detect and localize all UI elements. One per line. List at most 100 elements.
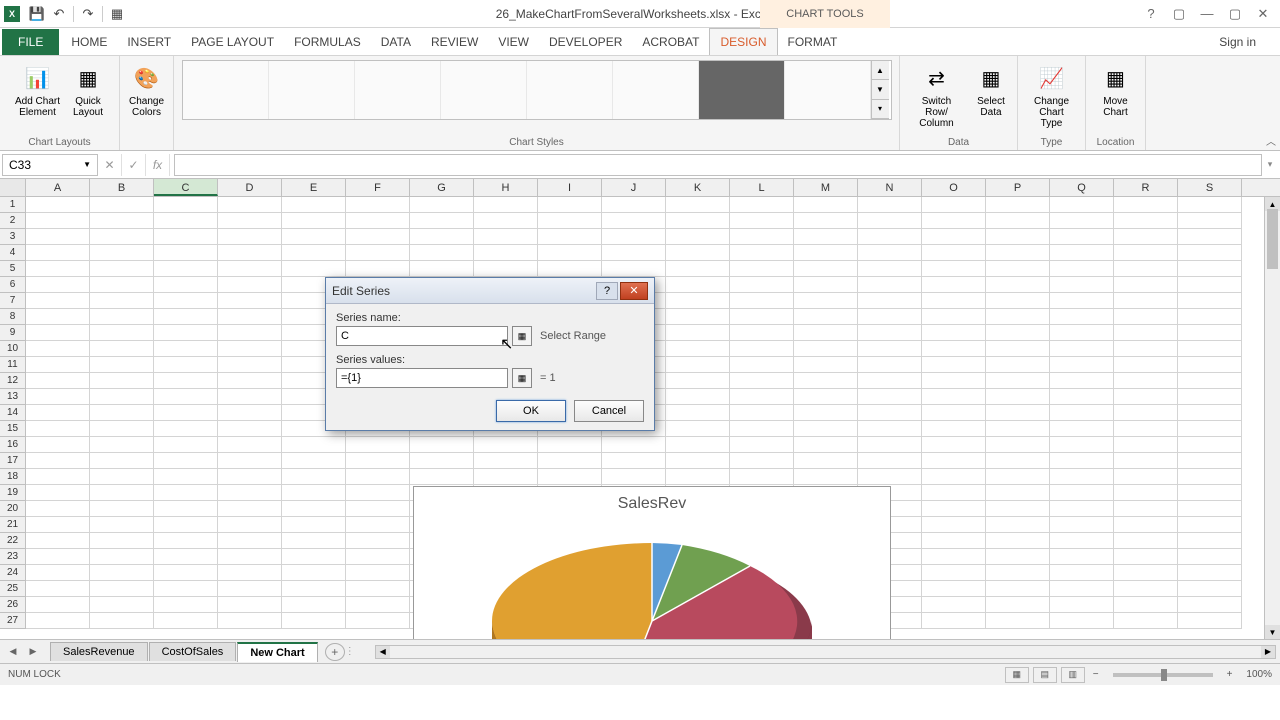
cell[interactable] — [986, 549, 1050, 565]
cell[interactable] — [26, 597, 90, 613]
cell[interactable] — [346, 213, 410, 229]
column-header[interactable]: J — [602, 179, 666, 196]
sheet-tab-costofsales[interactable]: CostOfSales — [149, 642, 237, 661]
add-chart-element-button[interactable]: 📊 Add Chart Element — [11, 60, 64, 120]
formula-cancel-button[interactable]: ✕ — [98, 154, 122, 176]
cell[interactable] — [26, 421, 90, 437]
cell[interactable] — [90, 533, 154, 549]
style-item[interactable] — [183, 61, 269, 119]
cell[interactable] — [730, 389, 794, 405]
row-header[interactable]: 23 — [0, 549, 26, 565]
cell[interactable] — [538, 213, 602, 229]
cell[interactable] — [1114, 309, 1178, 325]
tab-acrobat[interactable]: ACROBAT — [632, 29, 709, 55]
help-button[interactable]: ? — [1138, 4, 1164, 24]
cell[interactable] — [1050, 581, 1114, 597]
cell[interactable] — [154, 581, 218, 597]
cell[interactable] — [1050, 501, 1114, 517]
cell[interactable] — [730, 309, 794, 325]
cell[interactable] — [90, 437, 154, 453]
zoom-level[interactable]: 100% — [1246, 669, 1272, 680]
qat-customize-button[interactable]: ▦ — [106, 3, 128, 25]
dialog-help-button[interactable]: ? — [596, 282, 618, 300]
column-header[interactable]: I — [538, 179, 602, 196]
cell[interactable] — [986, 229, 1050, 245]
cell[interactable] — [730, 293, 794, 309]
cell[interactable] — [1114, 517, 1178, 533]
view-page-break-button[interactable]: ▥ — [1061, 667, 1085, 683]
cell[interactable] — [474, 261, 538, 277]
cell[interactable] — [154, 229, 218, 245]
cell[interactable] — [794, 309, 858, 325]
row-header[interactable]: 2 — [0, 213, 26, 229]
cell[interactable] — [26, 373, 90, 389]
cell[interactable] — [154, 373, 218, 389]
cell[interactable] — [218, 469, 282, 485]
cell[interactable] — [730, 197, 794, 213]
cell[interactable] — [474, 197, 538, 213]
cell[interactable] — [154, 341, 218, 357]
cell[interactable] — [282, 213, 346, 229]
cell[interactable] — [474, 453, 538, 469]
row-header[interactable]: 18 — [0, 469, 26, 485]
cell[interactable] — [986, 453, 1050, 469]
zoom-slider[interactable] — [1113, 673, 1213, 677]
expand-formula-icon[interactable]: ▾ — [1262, 159, 1278, 170]
cell[interactable] — [154, 309, 218, 325]
cell[interactable] — [1178, 373, 1242, 389]
cell[interactable] — [346, 517, 410, 533]
cell[interactable] — [90, 357, 154, 373]
cell[interactable] — [154, 405, 218, 421]
cell[interactable] — [218, 389, 282, 405]
cell[interactable] — [346, 245, 410, 261]
cell[interactable] — [858, 229, 922, 245]
cell[interactable] — [26, 277, 90, 293]
range-selector-button[interactable]: ▦ — [512, 326, 532, 346]
cell[interactable] — [282, 437, 346, 453]
cell[interactable] — [1178, 197, 1242, 213]
cell[interactable] — [858, 437, 922, 453]
cell[interactable] — [666, 213, 730, 229]
cell[interactable] — [282, 197, 346, 213]
cell[interactable] — [1178, 581, 1242, 597]
cell[interactable] — [26, 245, 90, 261]
cell[interactable] — [218, 357, 282, 373]
collapse-ribbon-button[interactable]: ︿ — [1266, 133, 1276, 148]
cell[interactable] — [666, 389, 730, 405]
cell[interactable] — [26, 581, 90, 597]
cell[interactable] — [1178, 261, 1242, 277]
zoom-in-button[interactable]: + — [1223, 669, 1237, 680]
cell[interactable] — [410, 197, 474, 213]
cell[interactable] — [90, 309, 154, 325]
cell[interactable] — [730, 229, 794, 245]
cell[interactable] — [218, 293, 282, 309]
tab-formulas[interactable]: FORMULAS — [284, 29, 371, 55]
cell[interactable] — [602, 229, 666, 245]
cell[interactable] — [666, 325, 730, 341]
cell[interactable] — [90, 405, 154, 421]
cell[interactable] — [794, 341, 858, 357]
cell[interactable] — [730, 373, 794, 389]
cell[interactable] — [730, 245, 794, 261]
scroll-down-icon[interactable]: ▼ — [1265, 625, 1280, 639]
cell[interactable] — [218, 501, 282, 517]
cell[interactable] — [1114, 229, 1178, 245]
cell[interactable] — [282, 517, 346, 533]
cell[interactable] — [986, 357, 1050, 373]
ok-button[interactable]: OK — [496, 400, 566, 422]
cell[interactable] — [666, 293, 730, 309]
cell[interactable] — [282, 597, 346, 613]
cell[interactable] — [1050, 421, 1114, 437]
cell[interactable] — [922, 277, 986, 293]
cell[interactable] — [90, 453, 154, 469]
cell[interactable] — [922, 485, 986, 501]
column-header[interactable]: K — [666, 179, 730, 196]
cell[interactable] — [26, 565, 90, 581]
cell[interactable] — [666, 437, 730, 453]
cell[interactable] — [794, 197, 858, 213]
cell[interactable] — [1178, 597, 1242, 613]
cell[interactable] — [26, 405, 90, 421]
cell[interactable] — [986, 213, 1050, 229]
cell[interactable] — [218, 341, 282, 357]
cell[interactable] — [858, 261, 922, 277]
